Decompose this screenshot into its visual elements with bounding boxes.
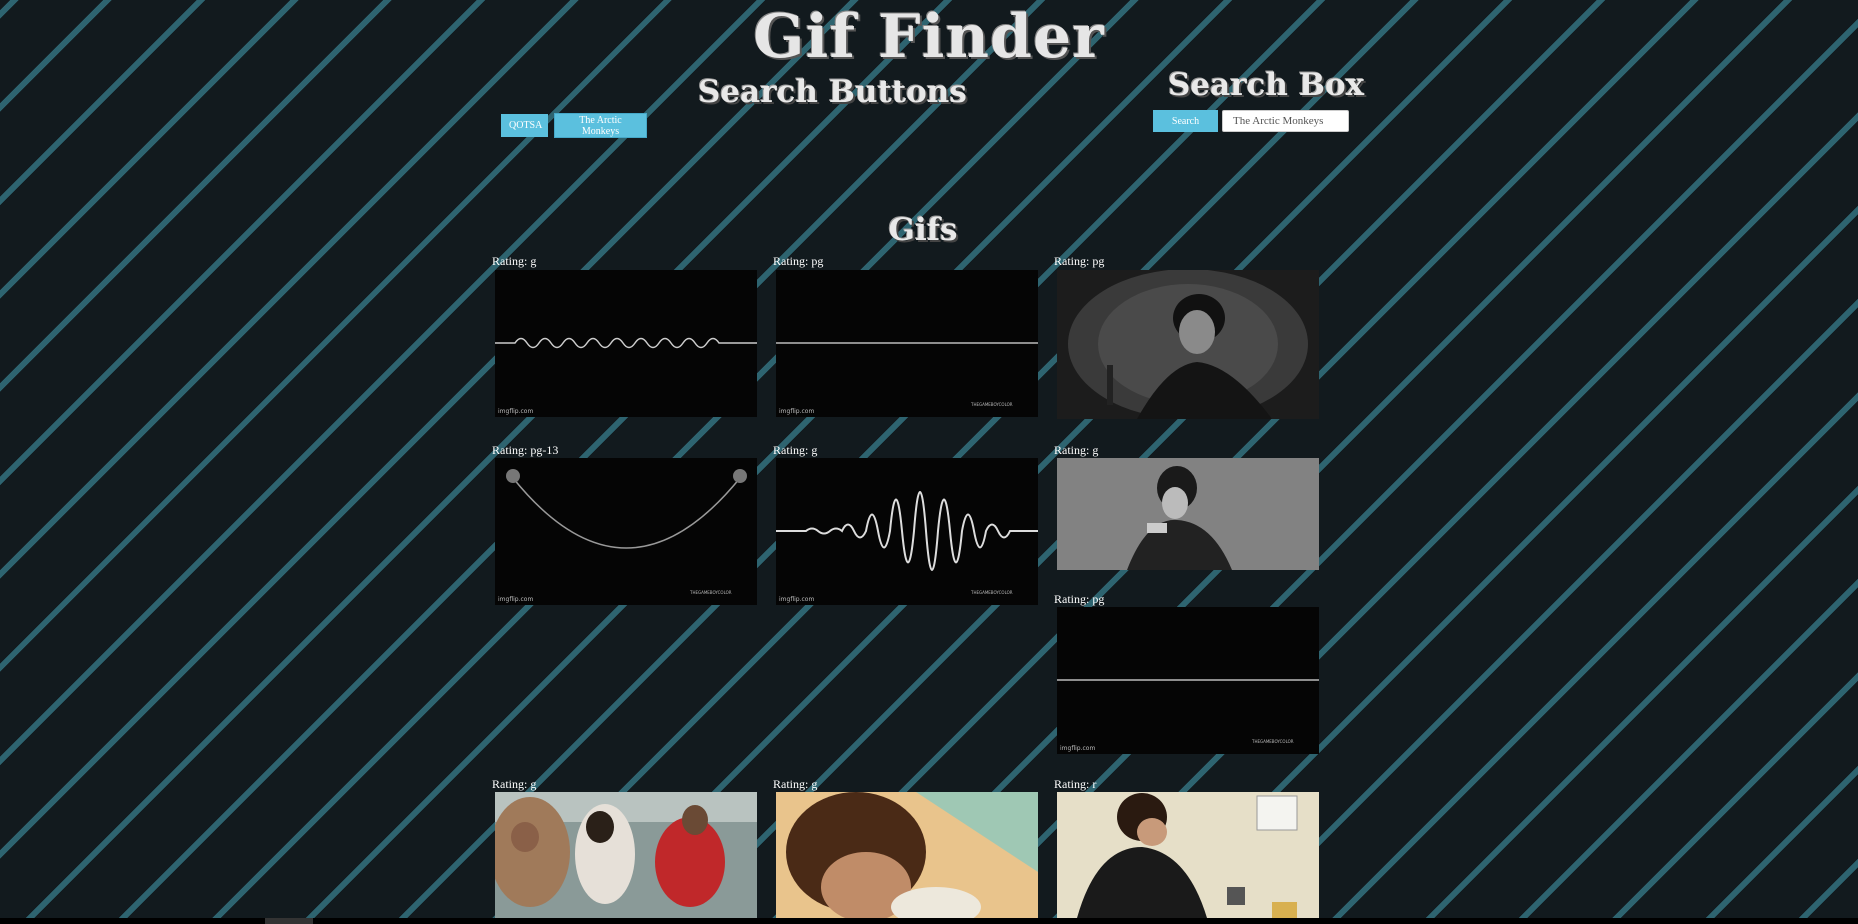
gif-rating: Rating: g: [492, 777, 537, 791]
gif-watermark-2: THEGAMEBOYCOLOR: [689, 590, 732, 595]
gif-rating: Rating: r: [1054, 777, 1097, 791]
scrollbar-thumb[interactable]: [265, 918, 313, 924]
gif-watermark: imgflip.com: [779, 596, 814, 603]
search-box-title: Search Box: [1168, 67, 1365, 103]
gif-image-sound-wave[interactable]: imgflip.com: [495, 270, 757, 417]
gif-image-boy-with-hair[interactable]: [776, 792, 1038, 918]
search-buttons-title: Search Buttons: [698, 74, 967, 110]
gif-watermark-2: THEGAMEBOYCOLOR: [970, 402, 1013, 407]
gif-watermark: imgflip.com: [1060, 745, 1095, 752]
gif-watermark: imgflip.com: [498, 596, 533, 603]
gif-rating: Rating: pg-13: [492, 443, 559, 457]
gif-rating: Rating: g: [773, 443, 818, 457]
gif-image-large-sound-wave[interactable]: imgflip.com THEGAMEBOYCOLOR: [776, 458, 1038, 605]
gif-image-man-with-guitar[interactable]: [1057, 792, 1319, 918]
gif-image-rope-curve[interactable]: imgflip.com THEGAMEBOYCOLOR: [495, 458, 757, 605]
search-submit-button[interactable]: Search: [1153, 110, 1218, 132]
gif-rating: Rating: g: [492, 254, 537, 268]
search-button-arctic-monkeys[interactable]: The Arctic Monkeys: [555, 114, 646, 137]
gifs-title: Gifs: [888, 212, 958, 248]
gif-rating: Rating: pg: [1054, 592, 1105, 606]
search-button-qotsa[interactable]: QOTSA: [501, 114, 548, 137]
gif-watermark: imgflip.com: [779, 408, 814, 415]
gif-image-men-on-boat[interactable]: [495, 792, 757, 918]
gif-watermark: imgflip.com: [498, 408, 533, 415]
gif-image-flat-line-2[interactable]: imgflip.com THEGAMEBOYCOLOR: [1057, 607, 1319, 754]
search-input[interactable]: [1222, 110, 1349, 132]
gif-rating: Rating: pg: [1054, 254, 1105, 268]
gif-image-flat-line[interactable]: imgflip.com THEGAMEBOYCOLOR: [776, 270, 1038, 417]
gif-watermark-2: THEGAMEBOYCOLOR: [970, 590, 1013, 595]
gif-rating: Rating: g: [1054, 443, 1099, 457]
gif-watermark-2: THEGAMEBOYCOLOR: [1251, 739, 1294, 744]
page-title: Gif Finder: [753, 2, 1105, 72]
gif-image-singer[interactable]: [1057, 270, 1319, 419]
gif-rating: Rating: g: [773, 777, 818, 791]
gif-image-man-pointing[interactable]: [1057, 458, 1319, 570]
gif-rating: Rating: pg: [773, 254, 824, 268]
